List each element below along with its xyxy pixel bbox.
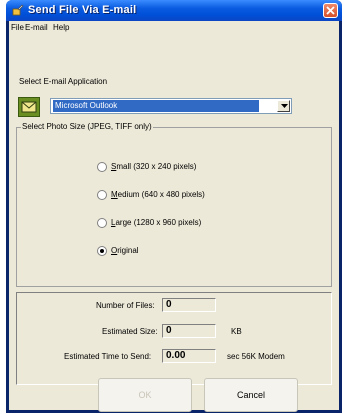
cancel-button[interactable]: Cancel xyxy=(204,378,298,412)
close-button[interactable] xyxy=(323,3,338,18)
photo-size-group-title: Select Photo Size (JPEG, TIFF only) xyxy=(21,122,153,131)
title-bar[interactable]: Send File Via E-mail xyxy=(6,0,342,21)
radio-small-button[interactable] xyxy=(97,162,107,172)
radio-small-label: Small (320 x 240 pixels) xyxy=(111,162,197,171)
est-size-unit: KB xyxy=(231,327,242,336)
menu-email[interactable]: E-mail xyxy=(25,23,48,32)
radio-original-label: Original xyxy=(111,246,139,255)
radio-medium-button[interactable] xyxy=(97,190,107,200)
num-files-value: 0 xyxy=(162,298,216,312)
radio-original-button[interactable] xyxy=(97,246,107,256)
window-title: Send File Via E-mail xyxy=(28,4,137,16)
email-app-icon xyxy=(18,97,40,117)
ok-button[interactable]: OK xyxy=(98,378,192,412)
est-time-value: 0.00 xyxy=(162,349,216,363)
est-time-unit: sec 56K Modem xyxy=(227,352,285,361)
radio-large-button[interactable] xyxy=(97,218,107,228)
email-app-dropdown-button[interactable] xyxy=(277,100,290,112)
close-icon xyxy=(326,6,335,15)
radio-medium-label: Medium (640 x 480 pixels) xyxy=(111,190,205,199)
radio-large-label: Large (1280 x 960 pixels) xyxy=(111,218,202,227)
est-size-value: 0 xyxy=(162,324,216,338)
num-files-label: Number of Files: xyxy=(96,301,155,310)
dialog-panel: Select E-mail Application Microsoft Outl… xyxy=(9,35,339,410)
email-app-label: Select E-mail Application xyxy=(19,77,108,86)
email-app-selected-value: Microsoft Outlook xyxy=(53,100,259,112)
photo-size-group: Select Photo Size (JPEG, TIFF only) xyxy=(16,122,332,287)
app-icon xyxy=(12,4,24,16)
email-app-select[interactable]: Microsoft Outlook xyxy=(50,98,292,114)
dialog-client-area: File E-mail Help Select E-mail Applicati… xyxy=(9,21,339,412)
chevron-down-icon xyxy=(281,104,288,108)
menu-file[interactable]: File xyxy=(11,23,24,32)
est-size-label: Estimated Size: xyxy=(102,327,158,336)
send-file-dialog: Send File Via E-mail File E-mail Help Se… xyxy=(6,0,342,413)
menu-help[interactable]: Help xyxy=(53,23,69,32)
menu-bar: File E-mail Help xyxy=(9,21,339,35)
est-time-label: Estimated Time to Send: xyxy=(64,352,152,361)
outlook-icon xyxy=(21,101,37,113)
